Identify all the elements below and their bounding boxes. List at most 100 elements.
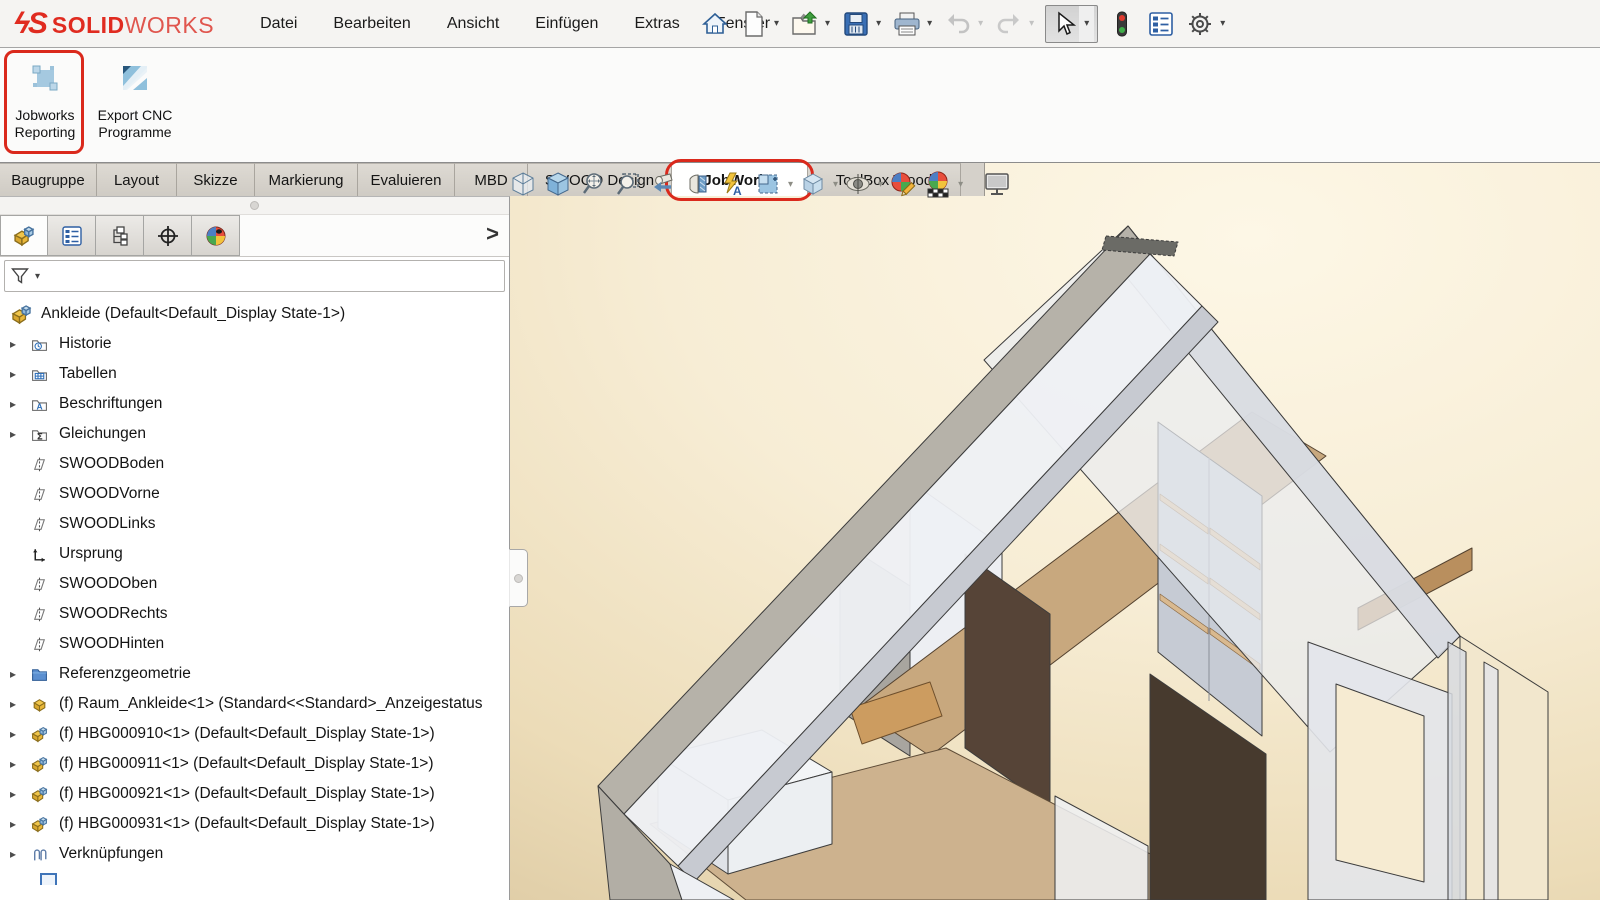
panel-expand-chevron-icon[interactable]: > [486,221,499,247]
redo-group: ▾ [994,9,1036,39]
tree-item[interactable]: ▸Historie [0,329,509,359]
tab-layout[interactable]: Layout [97,163,177,196]
tree-filter-bar: ▾ [0,257,509,295]
dropdown-caret-icon[interactable]: ▾ [823,18,832,29]
dropdown-caret-icon[interactable]: ▾ [788,179,793,190]
menu-einfuegen[interactable]: Einfügen [535,15,598,33]
tree-item[interactable]: ▸Tabellen [0,359,509,389]
jobworks-reporting-icon [29,62,61,99]
ref-folder-icon [26,666,52,683]
menu-extras[interactable]: Extras [634,15,679,33]
new-document-icon[interactable] [739,9,769,39]
tab-skizze[interactable]: Skizze [177,163,255,196]
tab-baugruppe[interactable]: Baugruppe [0,163,97,196]
expand-arrow-icon[interactable]: ▸ [0,427,26,441]
expand-arrow-icon[interactable]: ▸ [0,817,26,831]
expand-arrow-icon[interactable]: ▸ [0,667,26,681]
task-list-icon[interactable] [1146,9,1176,39]
save-icon[interactable] [841,9,871,39]
dropdown-caret-icon[interactable]: ▾ [1218,18,1227,29]
expand-arrow-icon[interactable]: ▸ [0,337,26,351]
model-outer-right-wall [1460,636,1548,900]
dropdown-caret-icon[interactable]: ▾ [874,18,883,29]
expand-arrow-icon[interactable]: ▸ [0,697,26,711]
export-cnc-button[interactable]: Export CNC Programme [92,54,178,154]
tree-item-label: Verknüpfungen [59,845,163,863]
view-settings-icon[interactable] [982,169,1012,199]
select-tool-dropdown[interactable]: ▾ [1079,6,1094,42]
tab-dimxpert[interactable] [144,215,192,256]
print-icon[interactable] [892,9,922,39]
home-icon[interactable] [700,9,730,39]
expand-arrow-icon[interactable]: ▸ [0,787,26,801]
section-view-icon[interactable] [683,169,713,199]
expand-arrow-icon[interactable]: ▸ [0,397,26,411]
tab-featuremanager[interactable] [0,215,48,256]
expand-arrow-icon[interactable]: ▸ [0,727,26,741]
hide-show-items-icon[interactable] [843,169,873,199]
dropdown-caret-icon[interactable]: ▾ [878,179,883,190]
view-orientation-icon[interactable] [753,169,783,199]
tree-item[interactable]: Ursprung [0,539,509,569]
tree-item[interactable]: SWOODRechts [0,599,509,629]
traffic-light-icon[interactable] [1107,9,1137,39]
tab-propertymanager[interactable] [48,215,96,256]
annotation-visibility-icon[interactable]: A [718,169,748,199]
tree-item[interactable]: ▸(f) HBG000911<1> (Default<Default_Displ… [0,749,509,779]
panel-splitter-handle[interactable] [509,549,528,607]
plane-icon [26,576,52,593]
dropdown-caret-icon[interactable]: ▾ [33,271,42,282]
wireframe-cube-icon[interactable] [508,169,538,199]
zoom-area-icon[interactable] [613,169,643,199]
plane-icon [26,636,52,653]
macro-toolbar: Jobworks Reporting Export CNC Programme [0,48,1600,163]
tree-item[interactable]: ▸ (f) HBG000921<1> (Default<Default_Displ… [0,779,509,809]
tab-displaymanager[interactable] [192,215,240,256]
menu-bearbeiten[interactable]: Bearbeiten [333,15,410,33]
tree-root-item[interactable]: Ankleide (Default<Default_Display State-… [0,299,509,329]
dropdown-caret-icon[interactable]: ▾ [958,179,963,190]
plane-icon [26,456,52,473]
dropdown-caret-icon[interactable]: ▾ [772,18,781,29]
settings-gear-icon[interactable] [1185,9,1215,39]
select-tool-button[interactable]: ▾ [1045,5,1098,43]
tree-item[interactable]: ▸Referenzgeometrie [0,659,509,689]
tree-item[interactable]: ▸ΣGleichungen [0,419,509,449]
tree-filter-input[interactable]: ▾ [4,260,505,292]
shaded-cube-icon[interactable] [543,169,573,199]
tree-item[interactable]: ▸ Verknüpfungen [0,839,509,869]
dropdown-caret-icon[interactable]: ▾ [833,179,838,190]
tree-item[interactable]: SWOODLinks [0,509,509,539]
tree-item-label: SWOODRechts [59,605,168,623]
jobworks-reporting-button[interactable]: Jobworks Reporting [2,54,88,154]
tab-markierung[interactable]: Markierung [255,163,358,196]
graphics-viewport[interactable] [510,163,1600,900]
zoom-fit-icon[interactable] [578,169,608,199]
open-folder-icon[interactable] [790,9,820,39]
tree-item[interactable]: SWOODBoden [0,449,509,479]
previous-view-icon[interactable] [648,169,678,199]
expand-arrow-icon[interactable]: ▸ [0,367,26,381]
tree-item[interactable]: ▸(f) Raum_Ankleide<1> (Standard<<Standar… [0,689,509,719]
tree-item[interactable]: SWOODVorne [0,479,509,509]
tree-item[interactable]: ▸(f) HBG000910<1> (Default<Default_Displ… [0,719,509,749]
edit-appearance-icon[interactable] [888,169,918,199]
plane-icon [26,516,52,533]
tree-item[interactable]: ▸ABeschriftungen [0,389,509,419]
expand-arrow-icon[interactable]: ▸ [0,757,26,771]
tree-item-label: (f) HBG000921<1> (Default<Default_Displa… [59,785,435,803]
dropdown-caret-icon[interactable]: ▾ [925,18,934,29]
svg-text:A: A [733,184,742,197]
tab-evaluieren[interactable]: Evaluieren [358,163,455,196]
apply-scene-icon[interactable] [923,169,953,199]
menu-ansicht[interactable]: Ansicht [447,15,499,33]
tree-item[interactable]: SWOODHinten [0,629,509,659]
menu-datei[interactable]: Datei [260,15,297,33]
tab-configurationmanager[interactable] [96,215,144,256]
tree-item[interactable]: ▸(f) HBG000931<1> (Default<Default_Displ… [0,809,509,839]
tree-item[interactable]: SWOODOben [0,569,509,599]
display-style-icon[interactable] [798,169,828,199]
panel-collapse-handle[interactable] [0,197,509,215]
export-cnc-label-line1: Export CNC [98,107,173,125]
expand-arrow-icon[interactable]: ▸ [0,847,26,861]
